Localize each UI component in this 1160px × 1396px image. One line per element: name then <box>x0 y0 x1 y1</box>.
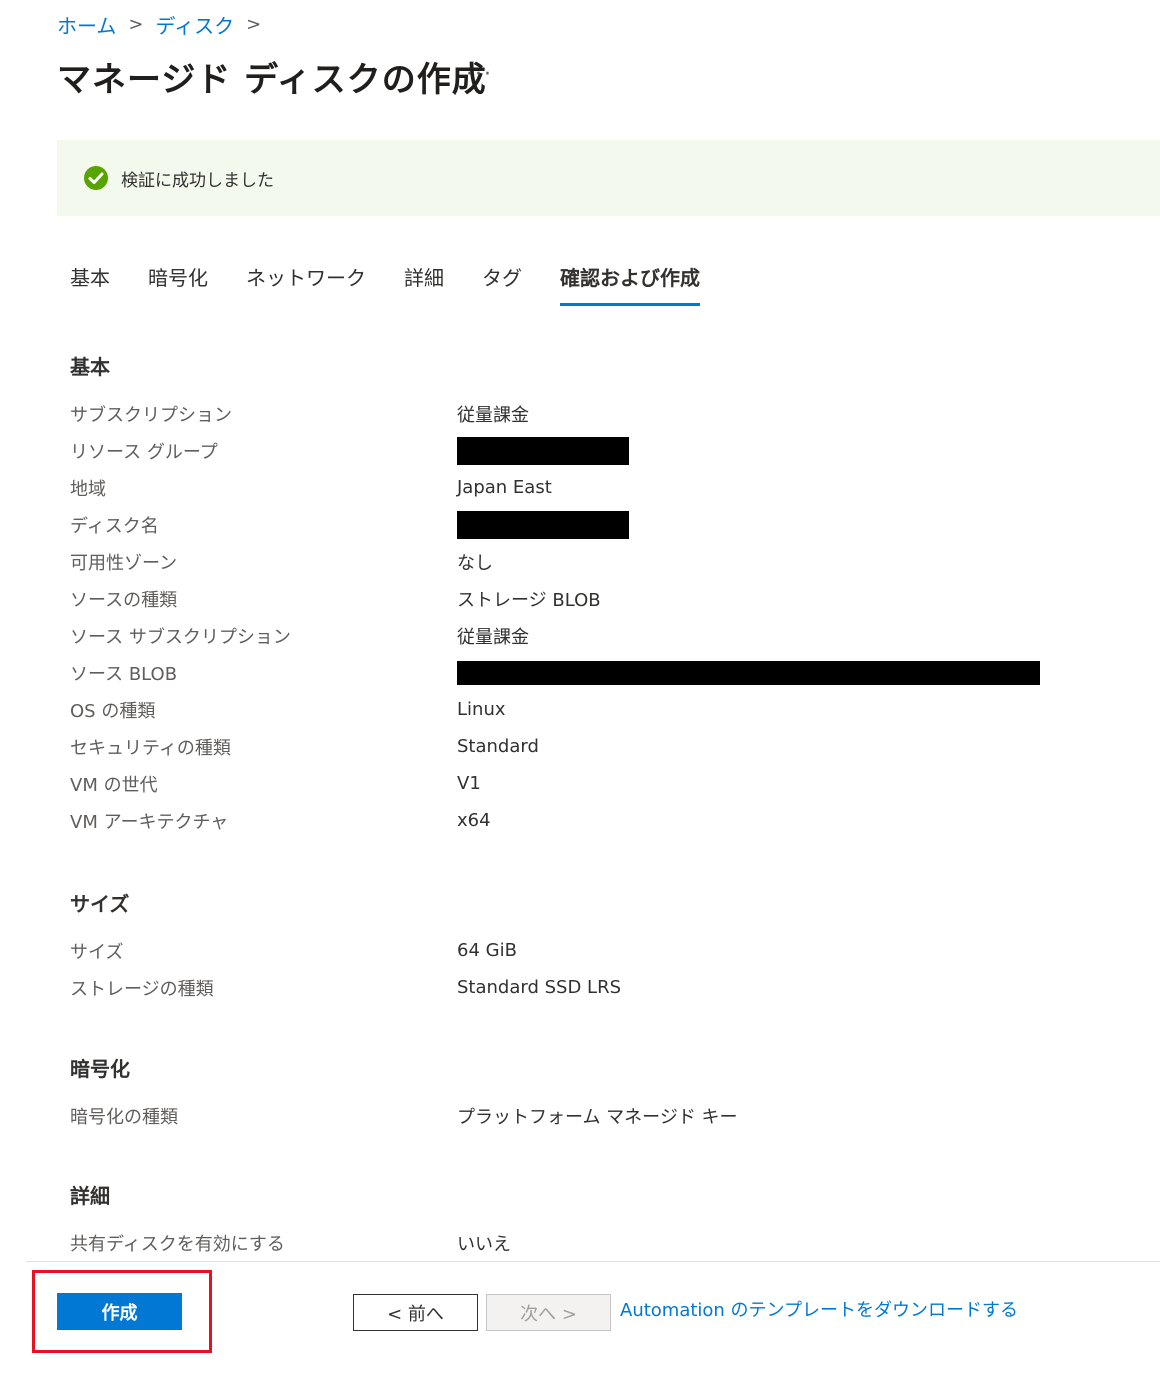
row-value: 従量課金 <box>457 626 529 648</box>
row-label: ソースの種類 <box>70 589 178 611</box>
summary-row: ソースの種類 ストレージ BLOB <box>70 580 1070 617</box>
validation-banner: 検証に成功しました <box>57 140 1160 216</box>
summary-row: サブスクリプション 従量課金 <box>70 395 1070 432</box>
row-label: 地域 <box>70 478 106 500</box>
row-value: なし <box>457 552 493 574</box>
summary-row: リソース グループ <box>70 432 1070 469</box>
breadcrumb: ホーム > ディスク > <box>57 10 273 39</box>
check-circle-icon <box>84 166 108 190</box>
section-heading-encryption: 暗号化 <box>70 1057 130 1081</box>
row-label: ストレージの種類 <box>70 978 214 1000</box>
row-label: OS の種類 <box>70 700 156 722</box>
row-label: セキュリティの種類 <box>70 737 231 759</box>
summary-row: OS の種類 Linux <box>70 691 1070 728</box>
tab-encryption[interactable]: 暗号化 <box>148 262 208 306</box>
review-summary: 基本 サブスクリプション 従量課金 リソース グループ 地域 Japan Eas… <box>70 350 1070 1261</box>
download-template-link[interactable]: Automation のテンプレートをダウンロードする <box>620 1296 1018 1322</box>
summary-row: 暗号化の種類 プラットフォーム マネージド キー <box>70 1097 1070 1134</box>
row-label: ディスク名 <box>70 515 159 537</box>
next-button: 次へ > <box>486 1294 611 1331</box>
tab-advanced[interactable]: 詳細 <box>404 262 444 306</box>
previous-button[interactable]: < 前へ <box>353 1294 478 1331</box>
redacted-value <box>457 510 629 539</box>
row-value: Standard SSD LRS <box>457 977 622 998</box>
row-value: V1 <box>457 773 481 794</box>
summary-row: ディスク名 <box>70 506 1070 543</box>
breadcrumb-home-link[interactable]: ホーム <box>57 10 116 39</box>
row-value: 64 GiB <box>457 940 517 961</box>
row-value: Standard <box>457 736 539 757</box>
section-heading-details: 詳細 <box>70 1184 110 1208</box>
tab-basic[interactable]: 基本 <box>70 262 110 306</box>
summary-row: ソース BLOB <box>70 654 1070 691</box>
row-label: ソース BLOB <box>70 663 178 685</box>
row-label: VM の世代 <box>70 774 158 796</box>
tab-tags[interactable]: タグ <box>482 262 522 306</box>
chevron-right-icon: > <box>246 14 262 35</box>
summary-row: 共有ディスクを有効にする いいえ <box>70 1224 1070 1261</box>
summary-row: 可用性ゾーン なし <box>70 543 1070 580</box>
tab-networking[interactable]: ネットワーク <box>246 262 366 306</box>
row-label: リソース グループ <box>70 441 218 463</box>
redacted-value <box>457 436 629 465</box>
row-value: Japan East <box>457 477 552 498</box>
chevron-right-icon: > <box>128 14 144 35</box>
row-label: 可用性ゾーン <box>70 552 178 574</box>
more-options-button[interactable]: ··· <box>466 62 493 87</box>
row-label: サイズ <box>70 941 124 963</box>
row-label: 暗号化の種類 <box>70 1106 178 1128</box>
row-value: ストレージ BLOB <box>457 589 601 611</box>
validation-message: 検証に成功しました <box>121 170 274 191</box>
row-label: VM アーキテクチャ <box>70 811 229 833</box>
summary-row: VM アーキテクチャ x64 <box>70 802 1070 839</box>
summary-row: ストレージの種類 Standard SSD LRS <box>70 969 1070 1006</box>
breadcrumb-disks-link[interactable]: ディスク <box>156 10 235 39</box>
summary-row: サイズ 64 GiB <box>70 932 1070 969</box>
section-heading-basic: 基本 <box>70 355 110 379</box>
row-value: 従量課金 <box>457 404 529 426</box>
row-label: ソース サブスクリプション <box>70 626 291 648</box>
tab-review-create[interactable]: 確認および作成 <box>560 262 700 306</box>
footer-divider <box>26 1261 1160 1262</box>
row-value: いいえ <box>457 1233 511 1255</box>
summary-row: セキュリティの種類 Standard <box>70 728 1070 765</box>
row-label: 共有ディスクを有効にする <box>70 1233 285 1255</box>
tab-bar: 基本 暗号化 ネットワーク 詳細 タグ 確認および作成 <box>70 262 738 306</box>
redacted-value <box>457 660 1040 685</box>
create-button[interactable]: 作成 <box>57 1293 182 1330</box>
row-value: Linux <box>457 699 506 720</box>
summary-row: ソース サブスクリプション 従量課金 <box>70 617 1070 654</box>
summary-row: VM の世代 V1 <box>70 765 1070 802</box>
row-label: サブスクリプション <box>70 404 232 426</box>
section-heading-size: サイズ <box>70 892 130 916</box>
row-value: x64 <box>457 810 491 831</box>
row-value: プラットフォーム マネージド キー <box>457 1106 738 1128</box>
summary-row: 地域 Japan East <box>70 469 1070 506</box>
page-title: マネージド ディスクの作成 <box>57 60 487 100</box>
page: ホーム > ディスク > マネージド ディスクの作成 ··· 検証に成功しました… <box>0 0 1160 1396</box>
